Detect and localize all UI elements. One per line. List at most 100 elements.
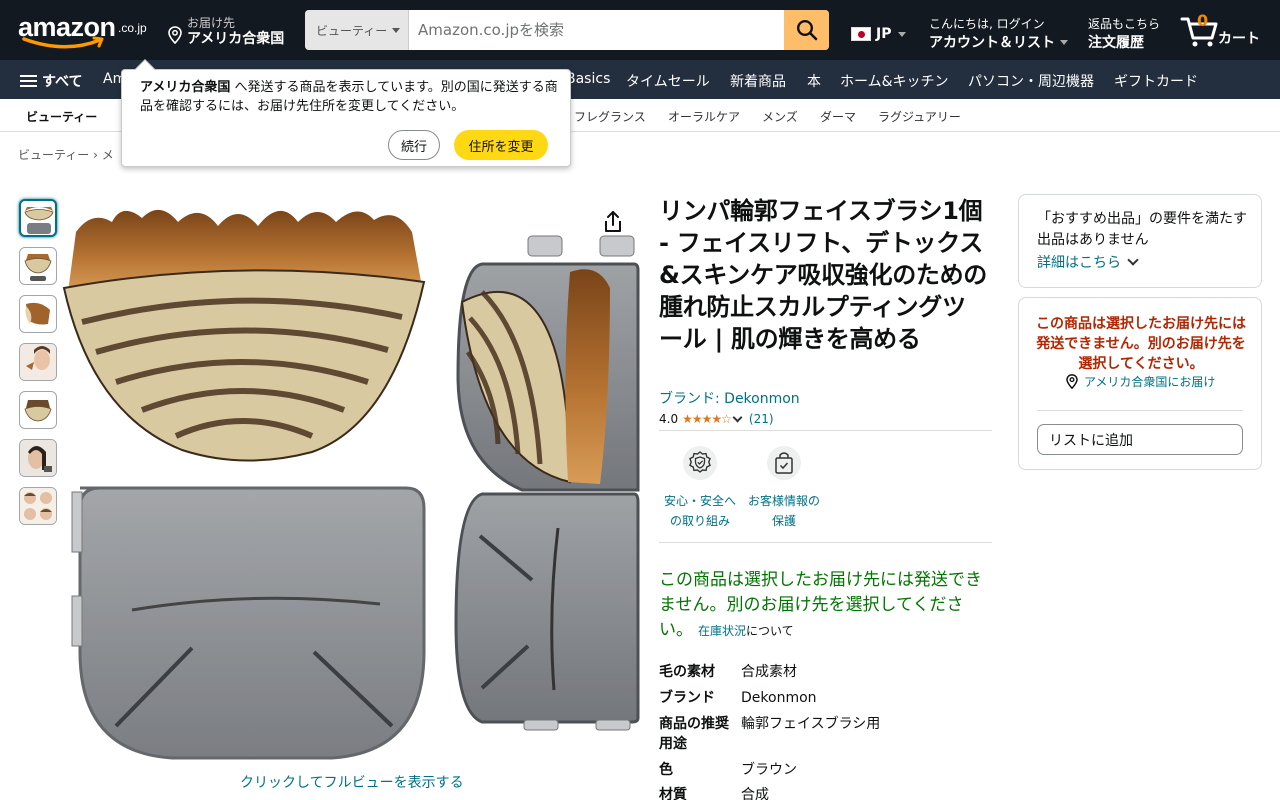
search-input[interactable]	[409, 10, 784, 50]
top-header: amazon .co.jp お届け先 アメリカ合衆国 ビューティー JP	[0, 0, 1280, 60]
nav-item-home-kitchen[interactable]: ホーム&キッチン	[840, 71, 949, 91]
nav-item-pc[interactable]: パソコン・周辺機器	[968, 71, 1094, 91]
caret-down-icon	[1060, 39, 1068, 45]
thumbnail[interactable]	[19, 295, 57, 333]
cart-count: 0	[1197, 11, 1209, 30]
subnav-derma[interactable]: ダーマ	[820, 108, 856, 125]
chevron-down-icon[interactable]	[732, 412, 743, 422]
language-selector[interactable]: JP	[851, 26, 907, 42]
deliver-country: アメリカ合衆国	[187, 31, 285, 47]
location-pin-icon	[1066, 374, 1078, 389]
spec-key: 商品の推奨用途	[659, 716, 729, 752]
nav-item-new[interactable]: 新着商品	[730, 71, 786, 91]
popover-message: アメリカ合衆国 へ発送する商品を表示しています。別の国に発送する商品を確認するに…	[140, 78, 560, 116]
language-label: JP	[876, 26, 892, 42]
orders-label: 注文履歴	[1088, 35, 1144, 51]
orders-link[interactable]: 返品もこちら 注文履歴	[1088, 15, 1160, 52]
product-main-image[interactable]	[62, 192, 642, 770]
privacy-badge[interactable]: お客様情報の保護	[744, 446, 824, 531]
spec-key: 材質	[659, 787, 687, 800]
secure-bag-icon	[767, 446, 801, 480]
divider	[1037, 410, 1243, 411]
continue-button[interactable]: 続行	[388, 130, 440, 160]
account-label: アカウント＆リスト	[929, 32, 1068, 52]
search-category-label: ビューティー	[316, 23, 388, 38]
nav-item-books[interactable]: 本	[807, 71, 821, 91]
caret-down-icon	[392, 27, 401, 33]
account-menu[interactable]: こんにちは, ログイン アカウント＆リスト	[929, 15, 1068, 52]
subnav-beauty[interactable]: ビューティー	[26, 108, 97, 125]
product-title: リンパ輪郭フェイスブラシ1個 - フェイスリフト、デトックス&スキンケア吸収強化…	[659, 197, 988, 353]
smile-arrow-icon	[22, 36, 104, 49]
spec-value: Dekonmon	[741, 690, 817, 706]
subnav-mens[interactable]: メンズ	[762, 108, 798, 125]
shipping-warning: この商品は選択したお届け先には発送できません。別のお届け先を選択してください。	[1036, 316, 1246, 372]
rating-value: 4.0	[659, 412, 679, 426]
shield-check-icon	[683, 446, 717, 480]
spec-key: 毛の素材	[659, 664, 715, 680]
subnav-fragrance[interactable]: フレグランス	[574, 108, 646, 125]
thumbnail-image	[24, 400, 52, 422]
location-popover: アメリカ合衆国 へ発送する商品を表示しています。別の国に発送する商品を確認するに…	[121, 59, 571, 167]
details-link[interactable]: 詳細はこちら	[1037, 252, 1139, 272]
thumbnail[interactable]	[19, 247, 57, 285]
rating-count-link[interactable]: (21)	[749, 412, 774, 426]
thumbnail[interactable]	[19, 391, 57, 429]
thumbnail[interactable]	[19, 343, 57, 381]
all-menu-button[interactable]: すべて	[20, 71, 82, 91]
logo-suffix: .co.jp	[118, 21, 147, 35]
subnav-luxury[interactable]: ラグジュアリー	[878, 108, 961, 125]
spec-value: 輪郭フェイスブラシ用	[741, 716, 881, 732]
buy-box: この商品は選択したお届け先には発送できません。別のお届け先を選択してください。 …	[1018, 297, 1262, 470]
details-link-label: 詳細はこちら	[1037, 255, 1121, 271]
rating-stars-icon[interactable]: ★★★★☆	[682, 412, 732, 426]
thumbnail[interactable]	[19, 487, 57, 525]
thumbnail-image	[20, 488, 56, 524]
offer-box: 「おすすめ出品」の要件を満たす出品はありません 詳細はこちら	[1018, 194, 1262, 288]
search-category-select[interactable]: ビューティー	[305, 10, 409, 50]
thumbnail-image	[24, 254, 52, 281]
breadcrumb[interactable]: ビューティー › メ	[18, 146, 114, 163]
cart-button[interactable]: 0 カート	[1180, 10, 1270, 50]
spec-key: ブランド	[659, 690, 715, 706]
location-pin-icon	[168, 26, 182, 44]
stock-status-suffix: について	[746, 624, 794, 638]
search-icon	[796, 19, 817, 41]
nav-item-timesale[interactable]: タイムセール	[626, 71, 710, 91]
account-greeting: こんにちは, ログイン	[929, 17, 1045, 31]
search-bar: ビューティー	[305, 10, 829, 50]
spec-value: 合成素材	[741, 664, 797, 680]
share-icon[interactable]	[602, 210, 624, 234]
change-address-button[interactable]: 住所を変更	[454, 130, 548, 160]
ship-to-label: アメリカ合衆国にお届け	[1084, 375, 1216, 389]
subnav-oralcare[interactable]: オーラルケア	[668, 108, 740, 125]
thumbnail[interactable]	[19, 199, 57, 237]
thumbnail-image	[25, 302, 50, 325]
account-label-text: アカウント＆リスト	[929, 35, 1055, 51]
spec-key: 色	[659, 762, 673, 778]
thumbnail[interactable]	[19, 439, 57, 477]
safety-badge-label: 安心・安全への取り組み	[663, 494, 736, 528]
spec-value: ブラウン	[741, 762, 797, 778]
all-menu-label: すべて	[42, 74, 83, 90]
nav-item-basics[interactable]: Basics	[566, 71, 610, 87]
returns-label: 返品もこちら	[1088, 17, 1161, 31]
japan-flag-icon	[851, 27, 871, 41]
safety-badge[interactable]: 安心・安全への取り組み	[660, 446, 740, 531]
thumbnail-image	[20, 344, 56, 380]
thumbnail-image	[20, 440, 56, 476]
availability-message: この商品は選択したお届け先には発送できません。別のお届け先を選択してください。在…	[659, 568, 989, 644]
amazon-logo[interactable]: amazon .co.jp	[18, 12, 147, 50]
hamburger-icon	[20, 74, 37, 88]
caret-down-icon	[898, 31, 907, 37]
stock-status-link[interactable]: 在庫状況	[698, 624, 746, 638]
ship-to-link[interactable]: アメリカ合衆国にお届け	[1066, 373, 1215, 390]
cart-label: カート	[1218, 31, 1260, 47]
brand-link[interactable]: ブランド: Dekonmon	[659, 388, 800, 408]
chevron-down-icon	[1127, 253, 1139, 266]
full-view-link[interactable]: クリックしてフルビューを表示する	[240, 772, 464, 792]
add-to-list-button[interactable]: リストに追加	[1037, 424, 1243, 455]
no-offer-text: 「おすすめ出品」の要件を満たす出品はありません	[1037, 211, 1247, 248]
search-button[interactable]	[784, 10, 829, 50]
nav-item-giftcard[interactable]: ギフトカード	[1114, 71, 1198, 91]
